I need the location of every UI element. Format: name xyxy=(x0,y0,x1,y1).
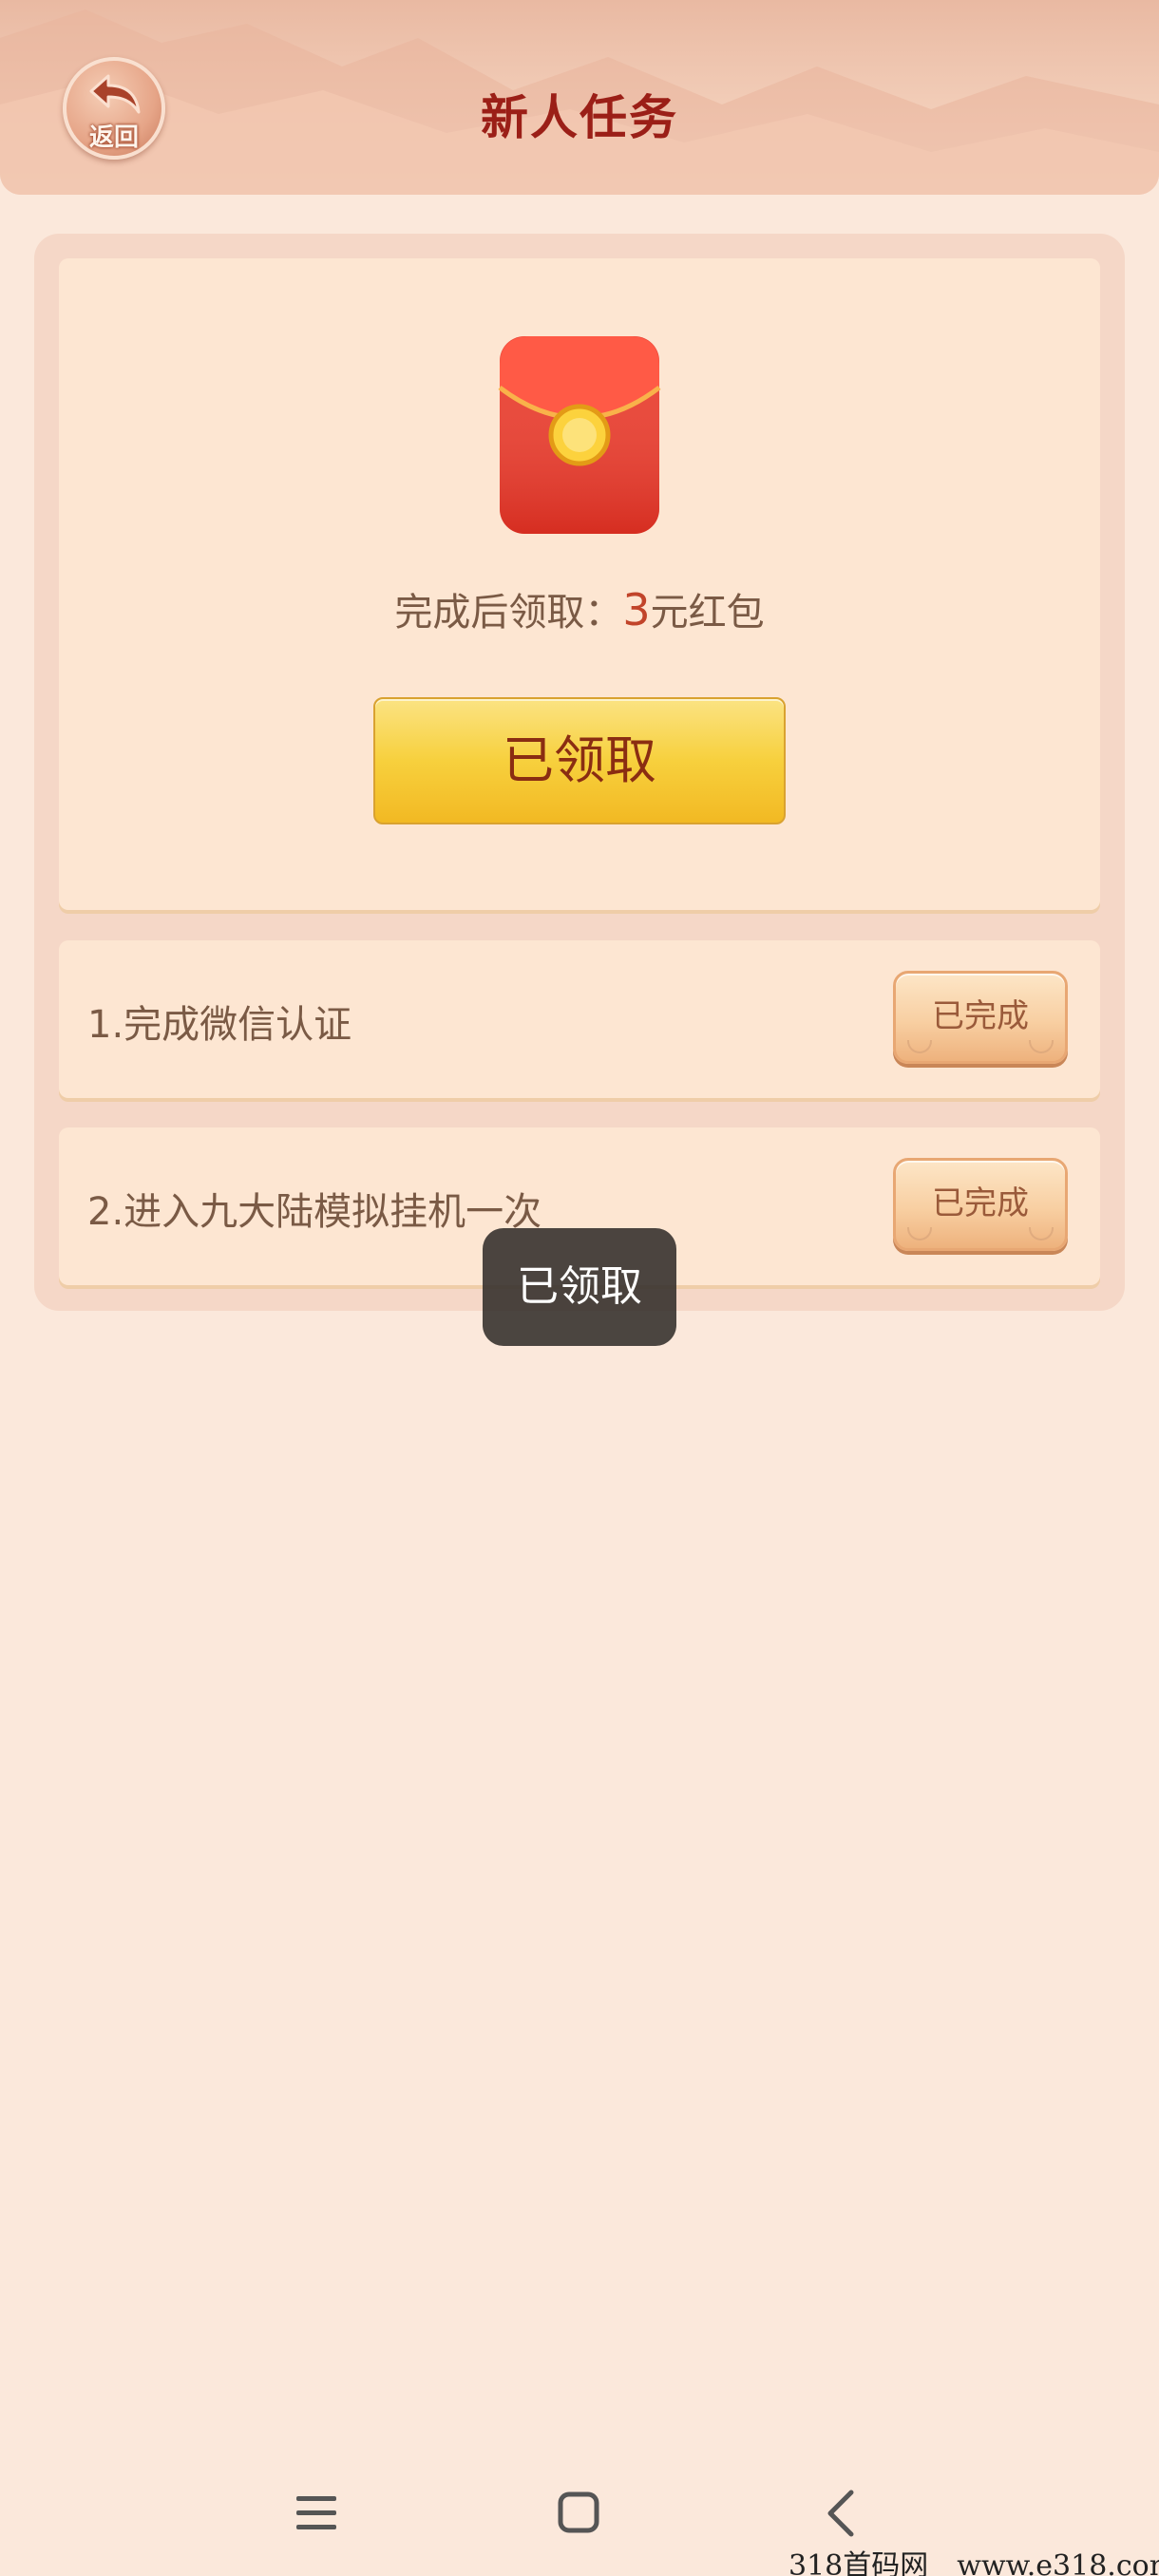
cloud-ornament-icon xyxy=(1029,1227,1054,1241)
task-title: 2.进入九大陆模拟挂机一次 xyxy=(87,1190,542,1234)
cloud-ornament-icon xyxy=(1029,1040,1054,1053)
cloud-ornament-icon xyxy=(907,1227,932,1241)
task-title: 1.完成微信认证 xyxy=(87,1003,352,1047)
menu-icon xyxy=(296,2496,336,2529)
cloud-ornament-icon xyxy=(907,1040,932,1053)
nav-menu-button[interactable] xyxy=(289,2485,346,2542)
reward-prefix: 完成后领取： xyxy=(394,591,623,635)
task-status-label: 已完成 xyxy=(932,1184,1029,1222)
home-icon xyxy=(558,2491,599,2533)
toast-message: 已领取 xyxy=(483,1228,676,1346)
nav-home-button[interactable] xyxy=(551,2485,608,2542)
task-completed-button[interactable]: 已完成 xyxy=(893,1158,1068,1251)
page-title: 新人任务 xyxy=(481,90,678,145)
task-row: 1.完成微信认证 已完成 xyxy=(59,940,1100,1098)
task-completed-button[interactable]: 已完成 xyxy=(893,971,1068,1064)
reward-suffix: 元红包 xyxy=(650,591,765,635)
back-icon xyxy=(827,2490,854,2537)
red-envelope-icon xyxy=(498,336,661,534)
watermark: 318首码网 www.e318.com xyxy=(788,2542,1159,2576)
watermark-url: www.e318.com xyxy=(957,2549,1159,2576)
task-status-label: 已完成 xyxy=(932,997,1029,1035)
claim-button[interactable]: 已领取 xyxy=(373,697,786,824)
watermark-site-name: 318首码网 xyxy=(788,2549,929,2576)
reward-description: 完成后领取：3元红包 xyxy=(0,581,1159,636)
reward-amount: 3 xyxy=(622,584,651,635)
nav-back-button[interactable] xyxy=(815,2485,872,2542)
header-bar: 返回 新人任务 xyxy=(0,0,1159,195)
